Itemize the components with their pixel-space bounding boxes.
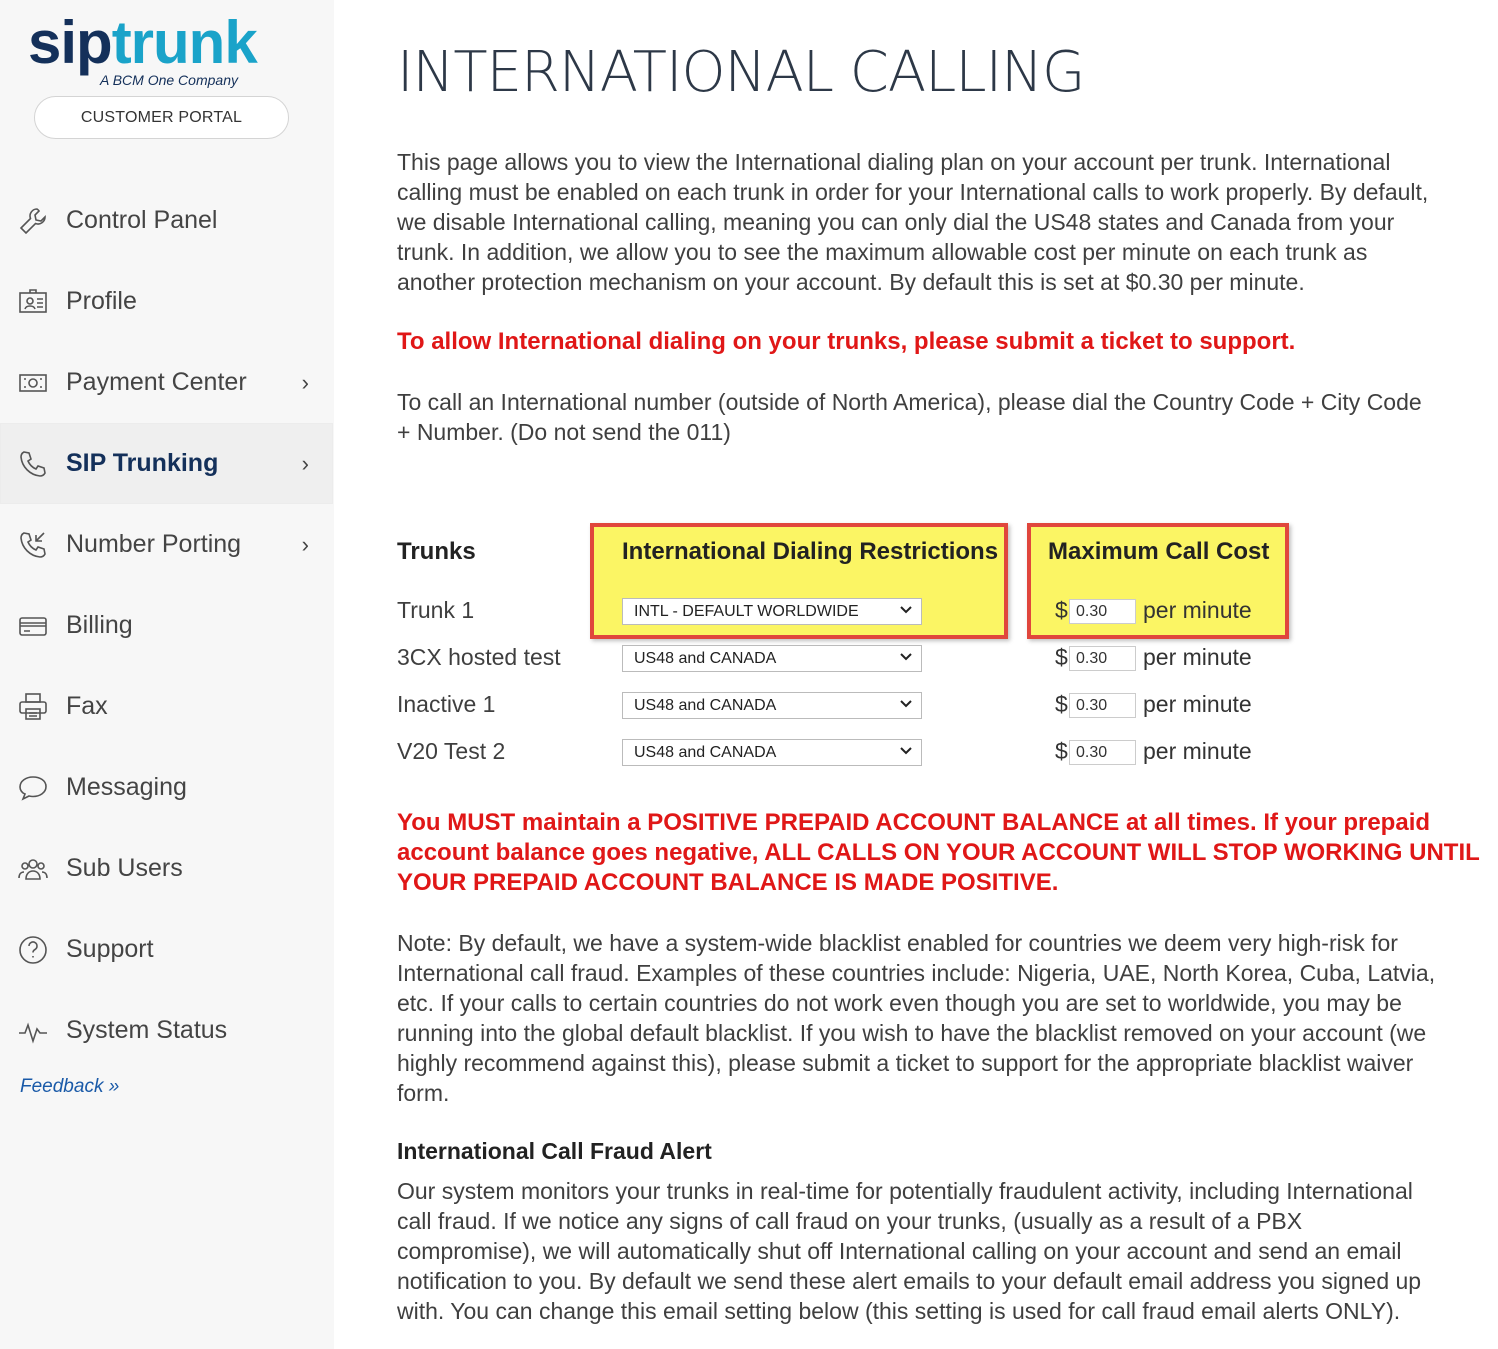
intro-paragraph: This page allows you to view the Interna… [397,149,1429,295]
sidebar-item-profile[interactable]: Profile [0,261,333,342]
main-content: INTERNATIONAL CALLING This page allows y… [334,0,1498,1349]
chevron-down-icon [900,606,912,614]
restriction-select[interactable]: US48 and CANADA [622,739,922,766]
wrench-icon [16,204,50,238]
col-header-trunks: Trunks [397,538,476,565]
sidebar-item-label: Billing [66,611,133,639]
chevron-down-icon [900,700,912,708]
restriction-select[interactable]: US48 and CANADA [622,645,922,672]
phone-incoming-icon [16,528,50,562]
currency-symbol: $ [1055,597,1068,623]
siptrunk-logo[interactable]: siptrunk A BCM One Company [28,9,298,94]
restriction-select[interactable]: INTL - DEFAULT WORLDWIDE [622,598,922,625]
sidebar-item-support[interactable]: Support [0,909,333,990]
chevron-down-icon [900,653,912,661]
fraud-alert-heading: International Call Fraud Alert [397,1138,712,1164]
credit-card-icon [16,609,50,643]
max-cost-input[interactable]: 0.30 [1069,693,1136,718]
sidebar-item-sip-trunking[interactable]: SIP Trunking › [0,423,333,504]
cost-unit: per minute [1143,738,1252,764]
chevron-right-icon: › [301,451,309,476]
blacklist-note: Note: By default, we have a system-wide … [397,930,1436,1106]
chevron-right-icon: › [301,532,309,557]
users-icon [16,852,50,886]
sidebar-item-label: Profile [66,287,137,315]
trunk-name: Trunk 1 [397,597,475,623]
trunk-name: 3CX hosted test [397,644,561,670]
sidebar-item-label: Fax [66,692,108,720]
max-cost-input[interactable]: 0.30 [1069,599,1136,624]
customer-portal-button[interactable]: CUSTOMER PORTAL [34,96,289,139]
sidebar-item-label: Support [66,935,154,963]
sidebar: siptrunk A BCM One Company CUSTOMER PORT… [0,0,333,1349]
balance-warning: You MUST maintain a POSITIVE PREPAID ACC… [397,808,1480,898]
balance-warning-line: account balance goes negative, ALL CALLS… [397,839,1480,866]
id-card-icon [16,285,50,319]
restriction-select-value: US48 and CANADA [634,696,777,714]
sidebar-item-label: SIP Trunking [66,449,219,477]
col-header-max-cost: Maximum Call Cost [1048,538,1270,565]
chevron-right-icon: › [301,370,309,395]
sidebar-item-payment-center[interactable]: Payment Center › [0,342,333,423]
question-circle-icon [16,933,50,967]
sidebar-item-messaging[interactable]: Messaging [0,747,333,828]
restriction-select-value: US48 and CANADA [634,649,777,667]
sidebar-nav: Control Panel Profile Payment Center › S… [0,180,333,1071]
max-cost-input[interactable]: 0.30 [1069,646,1136,671]
page-title: INTERNATIONAL CALLING [397,40,1085,105]
sidebar-item-control-panel[interactable]: Control Panel [0,180,333,261]
trunk-name: V20 Test 2 [397,738,506,764]
restriction-select-value: US48 and CANADA [634,743,777,761]
chevron-down-icon [900,747,912,755]
restriction-select-value: INTL - DEFAULT WORLDWIDE [634,602,859,620]
cost-unit: per minute [1143,597,1252,623]
col-header-restrictions: International Dialing Restrictions [622,538,999,565]
cost-unit: per minute [1143,644,1252,670]
trunk-name: Inactive 1 [397,691,496,717]
sidebar-item-number-porting[interactable]: Number Porting › [0,504,333,585]
printer-icon [16,690,50,724]
currency-symbol: $ [1055,738,1068,764]
balance-warning-line: YOUR PREPAID ACCOUNT BALANCE IS MADE POS… [397,869,1059,896]
logo-tagline: A BCM One Company [100,72,238,88]
sidebar-item-label: Sub Users [66,854,183,882]
sidebar-item-label: Control Panel [66,206,218,234]
pulse-icon [16,1014,50,1048]
balance-warning-line: You MUST maintain a POSITIVE PREPAID ACC… [397,809,1431,836]
sidebar-item-label: Messaging [66,773,187,801]
sidebar-item-billing[interactable]: Billing [0,585,333,666]
logo-wordmark: siptrunk [28,9,258,76]
currency-symbol: $ [1055,691,1068,717]
max-cost-input[interactable]: 0.30 [1069,740,1136,765]
sidebar-item-label: System Status [66,1016,228,1044]
currency-symbol: $ [1055,644,1068,670]
chat-bubble-icon [16,771,50,805]
phone-icon [16,447,50,481]
sidebar-item-sub-users[interactable]: Sub Users [0,828,333,909]
sidebar-item-label: Number Porting [66,530,242,558]
dial-instructions: To call an International number (outside… [397,389,1422,445]
money-icon [16,366,50,400]
restriction-select[interactable]: US48 and CANADA [622,692,922,719]
sidebar-item-label: Payment Center [66,368,247,396]
allow-international-notice: To allow International dialing on your t… [397,328,1296,355]
cost-unit: per minute [1143,691,1252,717]
feedback-link[interactable]: Feedback » [20,1076,119,1098]
sidebar-item-fax[interactable]: Fax [0,666,333,747]
sidebar-item-system-status[interactable]: System Status [0,990,333,1071]
fraud-alert-text: Our system monitors your trunks in real-… [397,1178,1422,1324]
